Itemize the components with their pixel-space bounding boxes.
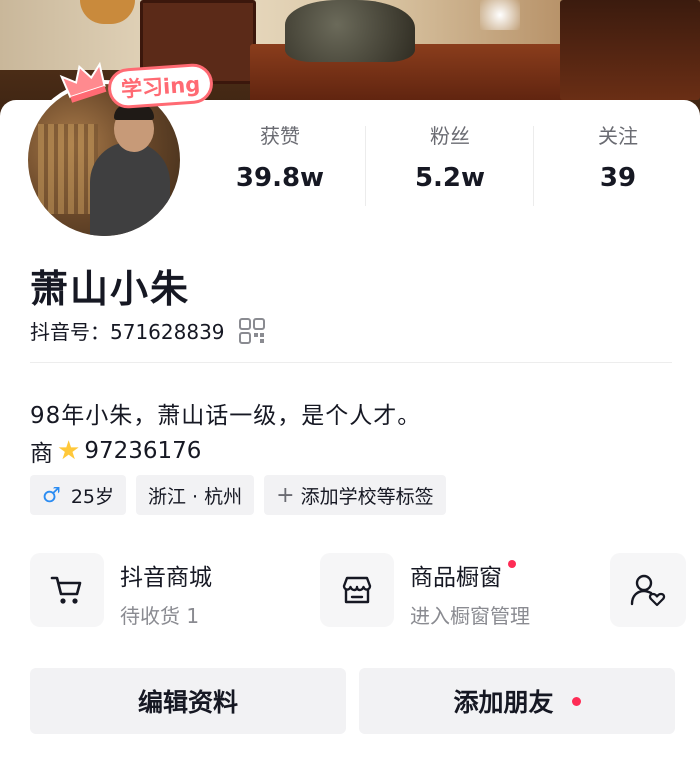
status-sticker[interactable]: 学习ing <box>59 52 215 110</box>
profile-card: 学习ing 获赞 39.8w 粉丝 5.2w 关注 39 萧山小朱 抖音号：57… <box>0 61 700 773</box>
qr-code-icon[interactable] <box>238 317 265 344</box>
male-icon: ♂ <box>42 483 61 507</box>
divider <box>533 126 534 206</box>
add-friend-label: 添加朋友 <box>453 688 554 717</box>
bio-prefix: 商 <box>30 441 53 467</box>
stat-followers-value: 5.2w <box>414 163 486 193</box>
cover-rock <box>285 0 415 62</box>
tag-add-school[interactable]: + 添加学校等标签 <box>264 475 446 515</box>
avatar-person-body <box>90 142 170 236</box>
bio-number: 97236176 <box>84 438 202 464</box>
douyin-id-text: 抖音号：571628839 <box>30 320 225 344</box>
stat-following[interactable]: 关注 39 <box>538 120 698 193</box>
shop-window-title[interactable]: 商品橱窗 <box>410 558 516 592</box>
divider <box>30 362 672 363</box>
notification-dot <box>508 560 516 568</box>
douyin-mall-subtitle[interactable]: 待收货 1 <box>120 600 199 629</box>
friends-icon <box>630 574 666 607</box>
divider <box>365 126 366 206</box>
tag-gender-age[interactable]: ♂ 25岁 <box>30 475 127 515</box>
plus-icon: + <box>276 482 295 508</box>
tag-location[interactable]: 浙江 · 杭州 <box>136 475 255 515</box>
stat-followers[interactable]: 粉丝 5.2w <box>370 120 530 193</box>
douyin-mall-title[interactable]: 抖音商城 <box>120 558 212 592</box>
star-icon: ★ <box>57 436 81 466</box>
avatar-container[interactable]: 学习ing <box>24 61 215 240</box>
stat-likes-label: 获赞 <box>260 124 300 148</box>
cart-icon <box>50 576 82 604</box>
shop-window-button[interactable] <box>320 553 394 627</box>
tag-location-text: 浙江 · 杭州 <box>148 485 243 508</box>
tag-add-school-text: 添加学校等标签 <box>300 485 434 508</box>
stat-following-value: 39 <box>599 163 637 193</box>
cover-shelf <box>560 0 700 100</box>
shop-window-icon <box>342 576 372 604</box>
douyin-mall-button[interactable] <box>30 553 104 627</box>
status-sticker-text: 学习ing <box>106 62 215 110</box>
edit-profile-button[interactable]: 编辑资料 <box>30 668 346 734</box>
profile-tags: ♂ 25岁 浙江 · 杭州 + 添加学校等标签 <box>30 475 446 515</box>
stat-likes[interactable]: 获赞 39.8w <box>200 120 360 193</box>
cover-light <box>480 0 520 30</box>
notification-dot <box>571 696 581 706</box>
stat-likes-value: 39.8w <box>235 163 325 193</box>
bio-line-2: 商 ★ 97236176 <box>30 434 201 468</box>
douyin-id[interactable]: 抖音号：571628839 <box>30 316 265 345</box>
add-friend-button[interactable]: 添加朋友 <box>359 668 675 734</box>
shop-window-title-text: 商品橱窗 <box>410 565 502 591</box>
profile-name: 萧山小朱 <box>30 267 191 311</box>
friends-button[interactable] <box>610 553 686 627</box>
crown-icon <box>59 61 107 103</box>
shop-window-subtitle[interactable]: 进入橱窗管理 <box>410 600 530 629</box>
tag-age-text: 25岁 <box>70 485 115 508</box>
bio-line-1: 98年小朱，萧山话一级，是个人才。 <box>30 403 422 429</box>
stat-followers-label: 粉丝 <box>430 124 470 148</box>
stat-following-label: 关注 <box>598 124 638 148</box>
avatar-background-jars <box>38 124 98 214</box>
edit-profile-label: 编辑资料 <box>137 688 238 717</box>
